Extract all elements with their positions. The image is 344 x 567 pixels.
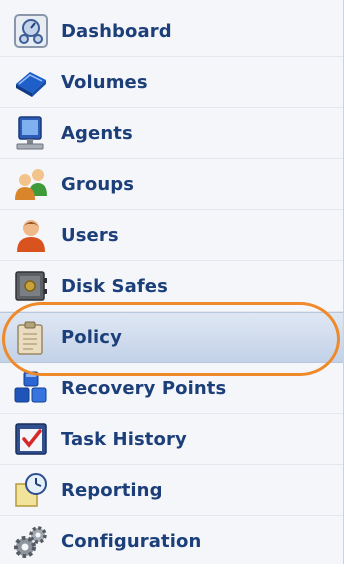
nav-item-label: Policy <box>61 327 122 348</box>
disk-safes-icon <box>11 266 51 306</box>
nav-item-users[interactable]: Users <box>0 210 343 261</box>
nav-item-configuration[interactable]: Configuration <box>0 516 343 567</box>
nav-item-dashboard[interactable]: Dashboard <box>0 6 343 57</box>
nav-item-label: Users <box>61 224 119 246</box>
dashboard-icon <box>11 11 51 51</box>
nav-item-label: Dashboard <box>61 20 172 42</box>
reporting-icon <box>11 470 51 510</box>
task-history-icon <box>11 419 51 459</box>
nav-item-volumes[interactable]: Volumes <box>0 57 343 108</box>
nav-item-recovery-points[interactable]: Recovery Points <box>0 363 343 414</box>
agents-icon <box>11 113 51 153</box>
nav-item-groups[interactable]: Groups <box>0 159 343 210</box>
sidebar-nav: Dashboard Volumes Agents Groups Users Di… <box>0 0 344 564</box>
nav-item-label: Recovery Points <box>61 377 227 399</box>
nav-item-label: Task History <box>61 428 187 450</box>
nav-item-task-history[interactable]: Task History <box>0 414 343 465</box>
nav-item-label: Configuration <box>61 531 202 552</box>
configuration-icon <box>11 522 51 562</box>
groups-icon <box>11 164 51 204</box>
nav-item-label: Reporting <box>61 479 163 501</box>
nav-item-policy[interactable]: Policy <box>0 312 343 363</box>
volumes-icon <box>11 62 51 102</box>
nav-item-disk-safes[interactable]: Disk Safes <box>0 261 343 312</box>
nav-item-label: Agents <box>61 122 133 144</box>
nav-item-reporting[interactable]: Reporting <box>0 465 343 516</box>
nav-item-label: Volumes <box>61 71 148 93</box>
recovery-points-icon <box>11 368 51 408</box>
nav-item-label: Groups <box>61 173 135 195</box>
policy-icon <box>11 318 51 358</box>
nav-item-agents[interactable]: Agents <box>0 108 343 159</box>
nav-item-label: Disk Safes <box>61 275 168 297</box>
users-icon <box>11 215 51 255</box>
